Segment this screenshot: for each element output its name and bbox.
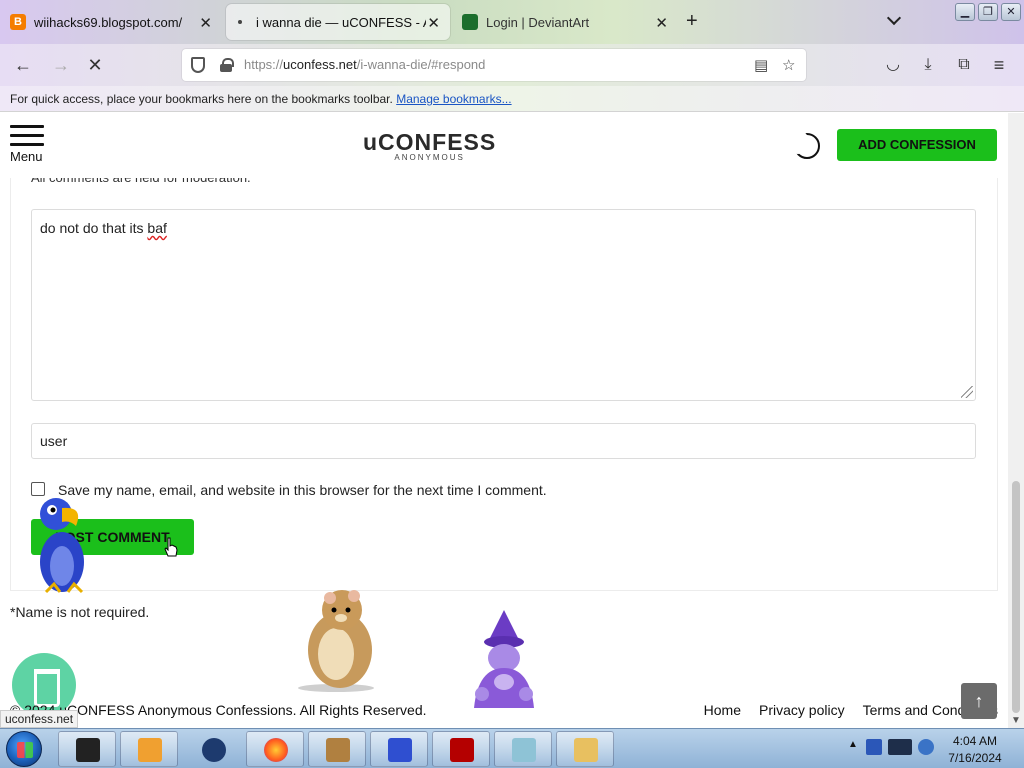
new-tab-button[interactable]: + xyxy=(686,10,698,33)
name-input[interactable]: user xyxy=(31,423,976,459)
minimize-button[interactable]: ▁ xyxy=(955,3,975,21)
navigation-toolbar: ← → ✕ https://uconfess.net/i-wanna-die/#… xyxy=(0,44,1024,86)
taskbar-app-parrot[interactable] xyxy=(370,731,428,767)
list-tabs-icon[interactable] xyxy=(886,12,902,28)
windows-taskbar: ▲ 4:04 AM 7/16/2024 xyxy=(0,728,1024,768)
misspelled-word: baf xyxy=(147,220,167,236)
taskbar-app-notebook[interactable] xyxy=(494,731,552,767)
comment-textarea[interactable]: do not do that its baf xyxy=(31,209,976,401)
bookmark-star-icon[interactable]: ☆ xyxy=(782,56,795,74)
parrot-buddy-icon[interactable] xyxy=(32,492,96,596)
stop-loading-icon[interactable]: ✕ xyxy=(84,54,106,76)
taskbar-app-media[interactable] xyxy=(120,731,178,767)
footer-link-home[interactable]: Home xyxy=(704,702,741,718)
link-status-bar: uconfess.net xyxy=(0,710,79,728)
pocket-icon[interactable]: ◡ xyxy=(882,54,904,76)
bookmarks-toolbar: For quick access, place your bookmarks h… xyxy=(0,86,1024,112)
tray-network-icon[interactable] xyxy=(888,739,912,755)
close-tab-icon[interactable]: ✕ xyxy=(655,14,668,32)
close-tab-icon[interactable]: ✕ xyxy=(427,14,440,32)
taskbar-app-terminal[interactable] xyxy=(58,731,116,767)
footer-link-privacy[interactable]: Privacy policy xyxy=(759,702,845,718)
scrollbar-thumb[interactable] xyxy=(1012,481,1020,713)
comment-text: do not do that its xyxy=(40,220,148,236)
back-to-top-button[interactable]: ↑ xyxy=(961,683,997,719)
hamburger-icon xyxy=(10,125,44,146)
save-info-label: Save my name, email, and website in this… xyxy=(58,482,547,498)
name-note: *Name is not required. xyxy=(10,604,150,620)
tab-wiihacks[interactable]: B wiihacks69.blogspot.com/ ✕ xyxy=(0,4,222,40)
windows-logo-icon xyxy=(17,742,33,758)
site-header: Menu uCONFESS ANONYMOUS ADD CONFESSION xyxy=(0,113,1008,178)
menu-button[interactable]: Menu xyxy=(10,125,44,164)
close-window-button[interactable]: ✕ xyxy=(1001,3,1021,21)
add-confession-button[interactable]: ADD CONFESSION xyxy=(837,129,997,161)
taskbar-app-box[interactable] xyxy=(308,731,366,767)
resize-handle[interactable] xyxy=(961,386,973,398)
tab-title: i wanna die — uCONFESS - Ano xyxy=(256,14,426,30)
start-button[interactable] xyxy=(6,731,42,767)
clock-time: 4:04 AM xyxy=(952,734,998,748)
forward-icon[interactable]: → xyxy=(50,54,72,76)
tab-bar: B wiihacks69.blogspot.com/ ✕ i wanna die… xyxy=(0,0,1024,44)
dark-mode-toggle-icon[interactable] xyxy=(787,130,820,159)
clock-date: 7/16/2024 xyxy=(948,751,1002,765)
logo-text: uCONFESS xyxy=(363,129,497,155)
url-text[interactable]: https://uconfess.net/i-wanna-die/#respon… xyxy=(244,57,485,72)
extensions-icon[interactable]: ⧉ xyxy=(953,54,975,76)
system-clock[interactable]: 4:04 AM 7/16/2024 xyxy=(940,733,1010,767)
tab-uconfess[interactable]: i wanna die — uCONFESS - Ano ✕ xyxy=(226,4,450,40)
tray-app-icon[interactable] xyxy=(866,739,882,755)
manage-bookmarks-link[interactable]: Manage bookmarks... xyxy=(396,92,511,106)
reader-view-icon[interactable]: ▤ xyxy=(754,56,768,74)
maximize-button[interactable]: ❐ xyxy=(978,3,998,21)
close-tab-icon[interactable]: ✕ xyxy=(199,14,212,32)
taskbar-app-globe[interactable] xyxy=(184,731,242,767)
tab-title: Login | DeviantArt xyxy=(486,14,590,30)
hand-cursor-icon xyxy=(164,537,178,557)
tab-deviantart[interactable]: Login | DeviantArt ✕ xyxy=(458,4,678,40)
address-bar[interactable]: https://uconfess.net/i-wanna-die/#respon… xyxy=(182,49,806,81)
downloads-icon[interactable]: ⤓ xyxy=(917,54,939,76)
menu-label: Menu xyxy=(10,149,43,164)
tray-expand-icon[interactable]: ▲ xyxy=(848,739,858,750)
lock-icon[interactable] xyxy=(220,58,234,72)
bookmarks-hint: For quick access, place your bookmarks h… xyxy=(10,92,393,106)
taskbar-app-firefox[interactable] xyxy=(246,731,304,767)
wizard-buddy-icon[interactable] xyxy=(464,608,544,712)
deviantart-icon xyxy=(462,14,478,30)
loading-icon xyxy=(238,20,242,24)
blogger-icon: B xyxy=(10,14,26,30)
arrow-up-icon: ↑ xyxy=(974,691,984,711)
hamster-buddy-icon[interactable] xyxy=(296,588,382,692)
tray-volume-icon[interactable] xyxy=(918,739,934,755)
taskbar-app-explorer[interactable] xyxy=(556,731,614,767)
tab-title: wiihacks69.blogspot.com/ xyxy=(34,14,183,30)
page-scrollbar[interactable]: ▼ xyxy=(1008,113,1024,728)
scroll-down-icon[interactable]: ▼ xyxy=(1011,715,1021,726)
taskbar-app-filezilla[interactable] xyxy=(432,731,490,767)
footer-links: Home Privacy policy Terms and Conditions xyxy=(704,702,998,718)
site-logo[interactable]: uCONFESS ANONYMOUS xyxy=(363,129,497,163)
tracking-shield-icon[interactable] xyxy=(191,57,205,73)
app-menu-icon[interactable]: ≡ xyxy=(988,54,1010,76)
back-icon[interactable]: ← xyxy=(12,54,34,76)
